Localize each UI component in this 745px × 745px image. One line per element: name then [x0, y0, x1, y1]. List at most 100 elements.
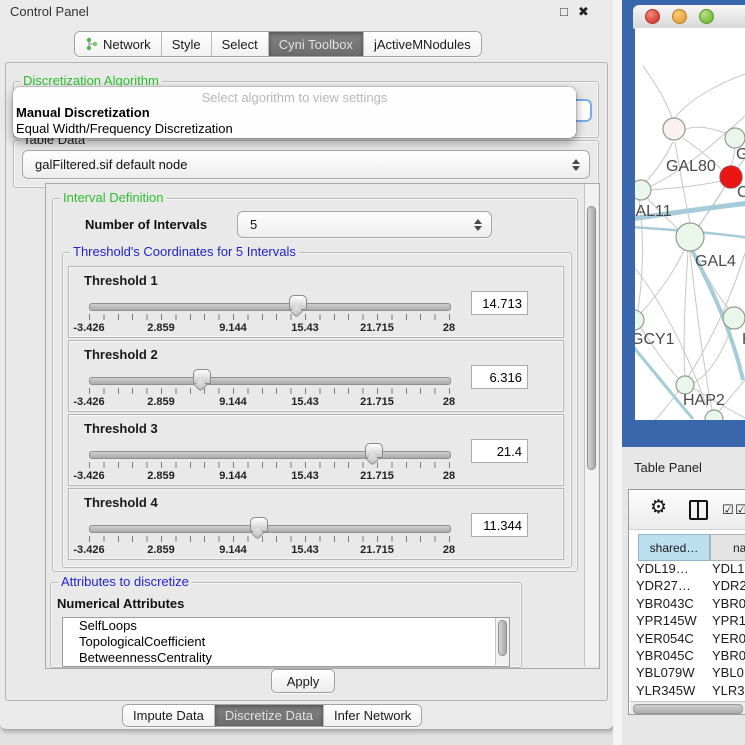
float-window-icon[interactable]: □	[560, 4, 568, 19]
thresholds-group-title: Threshold's Coordinates for 5 Intervals	[70, 245, 299, 258]
node-gal80	[663, 118, 685, 140]
threshold-value-field[interactable]	[471, 365, 528, 389]
tick-label: 2.859	[147, 396, 175, 408]
table-row[interactable]: YER054CYER0	[630, 630, 745, 647]
table-row[interactable]: YBR043CYBR0	[630, 595, 745, 612]
number-of-intervals-label: Number of Intervals	[85, 217, 207, 232]
tab-discretize-data[interactable]: Discretize Data	[215, 705, 324, 726]
scrollbar-thumb[interactable]	[587, 206, 596, 470]
scrollbar-thumb[interactable]	[498, 620, 507, 656]
tab-jactivemnodules[interactable]: jActiveMNodules	[364, 32, 481, 56]
table-panel: Table Panel ⚙ ☑ ☑ shared… na YDL19…YDL1 …	[622, 447, 745, 745]
table-data-combobox[interactable]: galFiltered.sif default node	[22, 150, 590, 179]
tick-label: 15.43	[291, 470, 319, 482]
threshold-value-field[interactable]	[471, 513, 528, 537]
slider-thumb[interactable]	[289, 295, 307, 310]
number-of-intervals-combobox[interactable]: 5	[237, 211, 492, 238]
attributes-group-title: Attributes to discretize	[58, 575, 192, 588]
popup-placeholder: Select algorithm to view settings	[13, 90, 576, 105]
zoom-traffic-light-icon[interactable]	[699, 9, 714, 24]
columns-icon[interactable]	[689, 500, 708, 520]
slider-thumb[interactable]	[193, 369, 211, 384]
tab-cyni-toolbox[interactable]: Cyni Toolbox	[269, 32, 364, 56]
screen: Control Panel □ ✖ Network Style Select C…	[0, 0, 745, 745]
node-label: GAL11	[635, 203, 672, 220]
node-label: GAL4	[695, 253, 736, 270]
threshold-slider[interactable]: -3.426 2.859 9.144 15.43 21.715 28	[89, 445, 449, 483]
table-row[interactable]: YBR045CYBR0	[630, 647, 745, 664]
slider-thumb[interactable]	[365, 443, 383, 458]
list-item[interactable]: TopologicalCoefficient	[63, 634, 509, 650]
network-icon	[85, 37, 98, 51]
tick-label: 28	[443, 470, 455, 482]
node-gal4	[676, 223, 704, 251]
slider-track[interactable]	[89, 451, 451, 459]
table-row[interactable]: YPR145WYPR1	[630, 612, 745, 629]
checkbox-icon[interactable]: ☑	[722, 502, 734, 518]
table-row[interactable]: YDR27…YDR2	[630, 577, 745, 594]
slider-track[interactable]	[89, 303, 451, 311]
popup-option-manual[interactable]: Manual Discretization	[16, 105, 150, 120]
list-item[interactable]: BetweennessCentrality	[63, 650, 509, 666]
threshold-panel-2: Threshold 2 -3.426 2.859 9.144 15.43 21.…	[68, 340, 564, 412]
slider-track[interactable]	[89, 525, 451, 533]
network-graph: GAL80 GA C GAL11 GAL4 GCY1 H HAP2	[635, 28, 745, 420]
column-header-shared[interactable]: shared…	[638, 534, 710, 561]
tick-label: 15.43	[291, 322, 319, 334]
algorithm-dropdown-popup: Select algorithm to view settings Manual…	[13, 87, 576, 138]
apply-button[interactable]: Apply	[271, 669, 335, 693]
gear-icon[interactable]: ⚙	[650, 496, 667, 519]
tick-label: 21.715	[360, 322, 394, 334]
node-gcy1	[635, 310, 644, 330]
popup-option-equal-width[interactable]: Equal Width/Frequency Discretization	[16, 121, 233, 136]
threshold-slider[interactable]: -3.426 2.859 9.144 15.43 21.715 28	[89, 519, 449, 557]
network-canvas[interactable]: GAL80 GA C GAL11 GAL4 GCY1 H HAP2	[635, 28, 745, 420]
threshold-value-field[interactable]	[471, 291, 528, 315]
slider-track[interactable]	[89, 377, 451, 385]
table-row[interactable]: YDL19…YDL1	[630, 560, 745, 577]
table-row[interactable]: YLR345WYLR3	[630, 682, 745, 699]
tab-impute-data[interactable]: Impute Data	[123, 705, 215, 726]
node-ga	[725, 128, 745, 148]
tick-label: -3.426	[73, 396, 104, 408]
interval-definition-title: Interval Definition	[60, 191, 166, 204]
control-panel-tabs: Network Style Select Cyni Toolbox jActiv…	[74, 31, 482, 57]
number-of-intervals-value: 5	[238, 217, 471, 232]
list-item[interactable]: SelfLoops	[63, 618, 509, 634]
tab-infer-network[interactable]: Infer Network	[324, 705, 421, 726]
node-h	[723, 307, 745, 329]
slider-thumb[interactable]	[250, 517, 268, 532]
cyni-bottom-tabs: Impute Data Discretize Data Infer Networ…	[122, 704, 422, 727]
slider-ticks	[89, 388, 450, 394]
close-icon[interactable]: ✖	[578, 4, 589, 20]
tick-label: 15.43	[291, 396, 319, 408]
table-horizontal-scrollbar[interactable]	[630, 701, 745, 714]
threshold-value-field[interactable]	[471, 439, 528, 463]
network-view-frame: GAL80 GA C GAL11 GAL4 GCY1 H HAP2	[622, 0, 745, 447]
tick-label: 21.715	[360, 544, 394, 556]
column-header-name[interactable]: na	[710, 534, 745, 561]
threshold-slider[interactable]: -3.426 2.859 9.144 15.43 21.715 28	[89, 371, 449, 409]
threshold-panel-1: Threshold 1 -3.426 2.859 9.144 15.43 21.…	[68, 266, 564, 338]
node-label: HAP2	[683, 392, 725, 409]
attributes-list-scrollbar[interactable]	[495, 618, 509, 665]
slider-ticks	[89, 462, 450, 468]
minimize-traffic-light-icon[interactable]	[672, 9, 687, 24]
tick-label: 9.144	[219, 322, 247, 334]
tab-style[interactable]: Style	[162, 32, 212, 56]
tick-label: 21.715	[360, 470, 394, 482]
node-table: ⚙ ☑ ☑ shared… na YDL19…YDL1 YDR27…YDR2 Y…	[628, 489, 745, 715]
numerical-attributes-list[interactable]: SelfLoops TopologicalCoefficient Between…	[62, 617, 510, 667]
threshold-panel-3: Threshold 3 -3.426 2.859 9.144 15.43 21.…	[68, 414, 564, 486]
table-panel-title: Table Panel	[634, 460, 702, 475]
tab-select[interactable]: Select	[212, 32, 269, 56]
table-row[interactable]: YBL079WYBL0	[630, 664, 745, 681]
threshold-label: Threshold 2	[84, 347, 158, 362]
network-window-titlebar[interactable]	[633, 5, 745, 29]
close-traffic-light-icon[interactable]	[645, 9, 660, 24]
threshold-slider[interactable]: -3.426 2.859 9.144 15.43 21.715 28	[89, 297, 449, 335]
panel-vertical-scrollbar[interactable]	[584, 184, 598, 666]
tab-network[interactable]: Network	[75, 32, 162, 56]
checkbox-icon[interactable]: ☑	[735, 502, 745, 518]
scrollbar-thumb[interactable]	[633, 704, 743, 714]
